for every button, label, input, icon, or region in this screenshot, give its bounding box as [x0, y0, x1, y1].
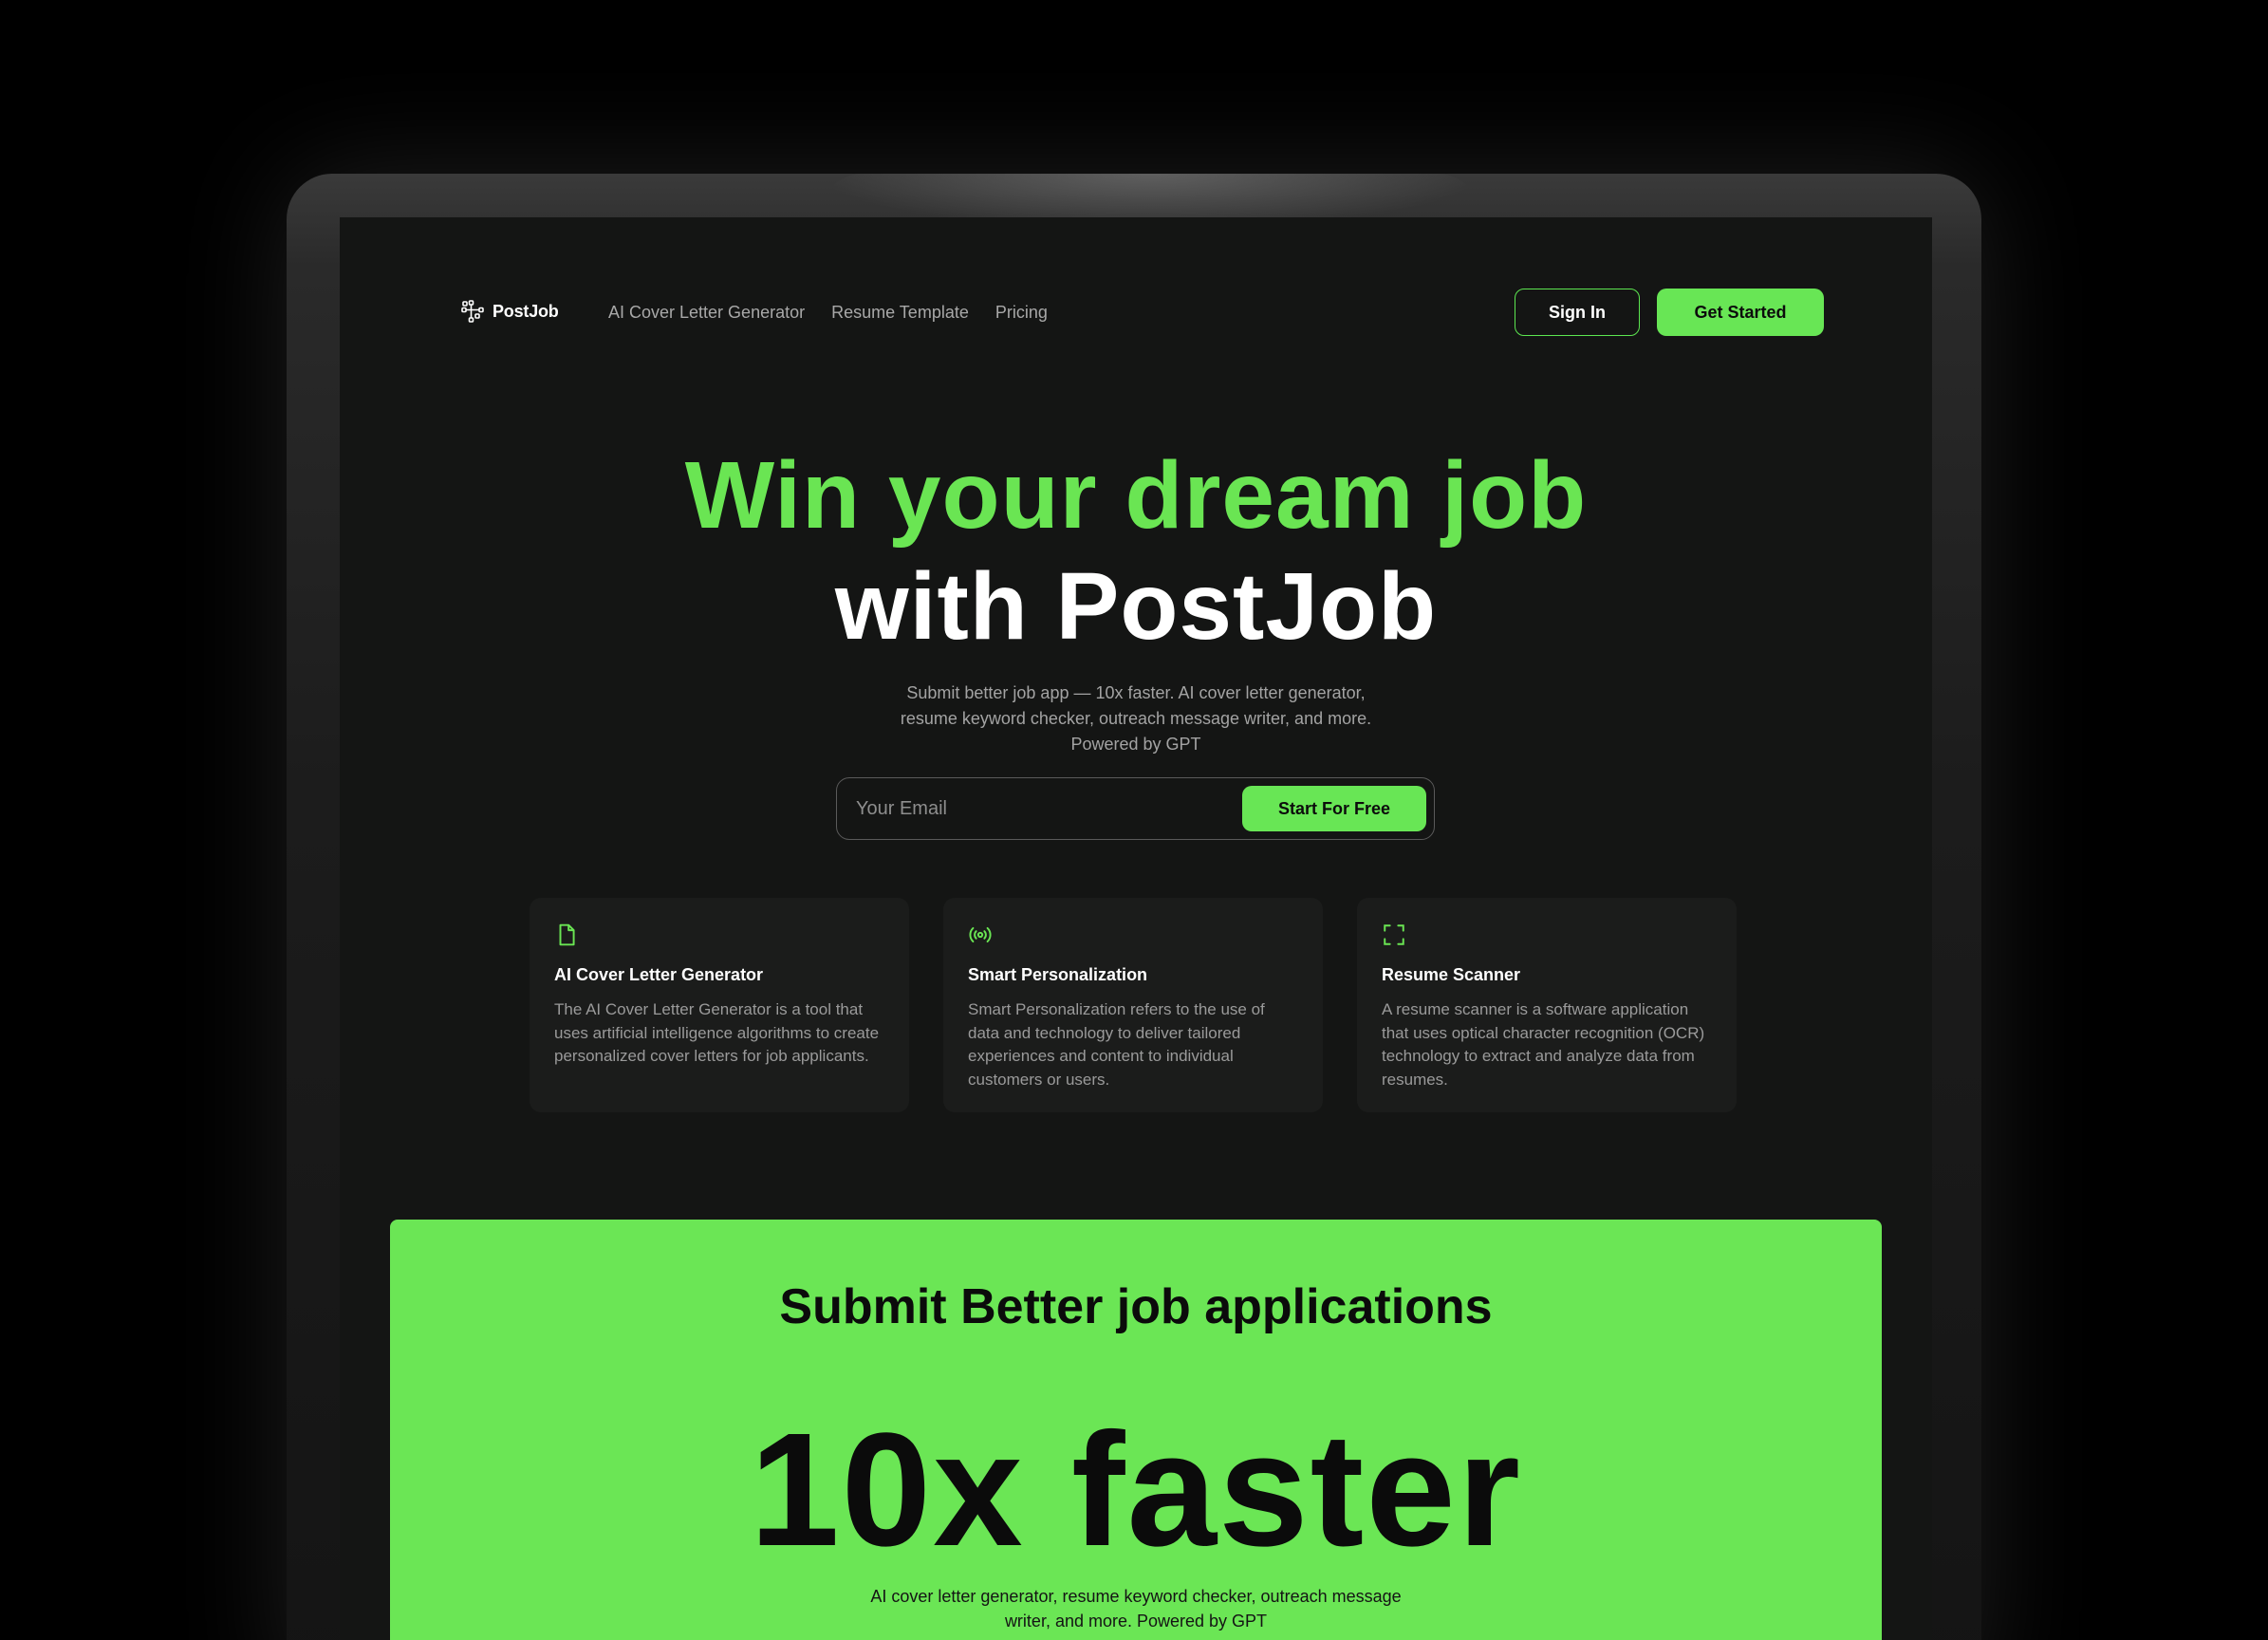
- nav-link-cover-letter[interactable]: AI Cover Letter Generator: [608, 303, 805, 323]
- feature-description: The AI Cover Letter Generator is a tool …: [554, 1000, 880, 1065]
- hero-subtitle: Submit better job app — 10x faster. AI c…: [900, 683, 1372, 754]
- brand-name: PostJob: [493, 301, 559, 321]
- sign-in-button[interactable]: Sign In: [1515, 289, 1640, 336]
- broadcast-icon: [969, 926, 992, 943]
- get-started-button[interactable]: Get Started: [1657, 289, 1824, 336]
- hero-title-line2: with PostJob: [834, 553, 1438, 660]
- postjob-logo-icon: [461, 300, 484, 323]
- browser-viewport: PostJob AI Cover Letter Generator Resume…: [340, 217, 1932, 1640]
- feature-card-cover-letter: AI Cover Letter Generator The AI Cover L…: [530, 898, 909, 1112]
- nav-links: AI Cover Letter Generator Resume Templat…: [608, 303, 1048, 323]
- scan-icon: [1384, 924, 1404, 945]
- cta-title: Submit Better job applications: [779, 1279, 1493, 1334]
- backdrop: PostJob AI Cover Letter Generator Resume…: [0, 0, 2268, 1640]
- cta-section: Submit Better job applications 10x faste…: [390, 1220, 1882, 1640]
- feature-title: AI Cover Letter Generator: [554, 965, 764, 984]
- email-input[interactable]: [856, 790, 1217, 828]
- nav-link-resume-template[interactable]: Resume Template: [831, 303, 969, 323]
- nav-link-pricing[interactable]: Pricing: [995, 303, 1048, 323]
- feature-card-resume-scanner: Resume Scanner A resume scanner is a sof…: [1357, 898, 1737, 1112]
- feature-description: Smart Personalization refers to the use …: [968, 1000, 1265, 1089]
- feature-description: A resume scanner is a software applicati…: [1382, 1000, 1705, 1089]
- hero-title-line1: Win your dream job: [684, 442, 1588, 549]
- document-icon: [559, 923, 575, 946]
- start-for-free-button[interactable]: Start For Free: [1242, 786, 1426, 831]
- top-navigation: PostJob AI Cover Letter Generator Resume…: [340, 217, 1932, 350]
- brand-logo[interactable]: PostJob: [460, 299, 559, 324]
- cta-subtitle: AI cover letter generator, resume keywor…: [870, 1587, 1402, 1631]
- feature-title: Resume Scanner: [1382, 965, 1521, 984]
- feature-title: Smart Personalization: [968, 965, 1148, 984]
- email-signup-form: Start For Free: [836, 777, 1435, 840]
- feature-card-personalization: Smart Personalization Smart Personalizat…: [943, 898, 1323, 1112]
- cta-highlight: 10x faster: [750, 1400, 1522, 1580]
